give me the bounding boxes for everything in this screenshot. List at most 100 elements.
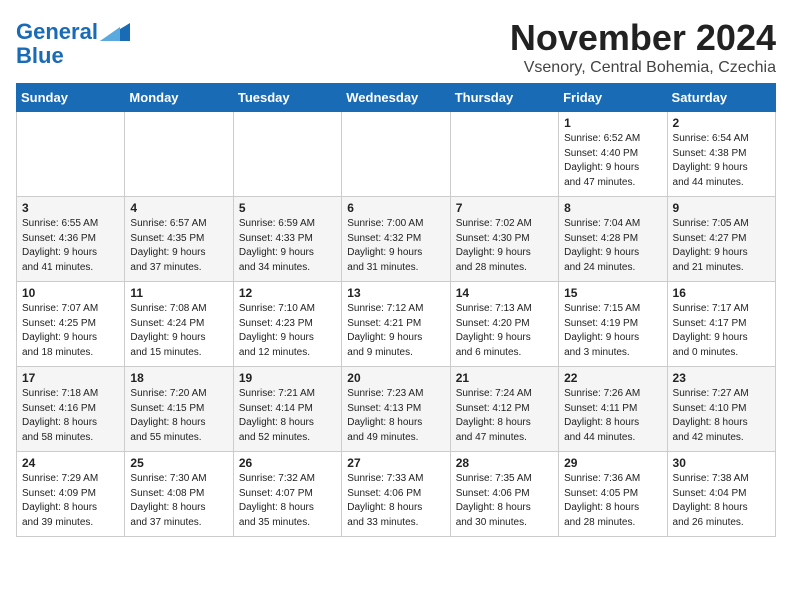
day-number: 17: [22, 371, 119, 385]
week-row-4: 17 Sunrise: 7:18 AM Sunset: 4:16 PM Dayli…: [17, 367, 776, 452]
week-row-5: 24 Sunrise: 7:29 AM Sunset: 4:09 PM Dayli…: [17, 452, 776, 537]
day-number: 10: [22, 286, 119, 300]
calendar-cell: 7 Sunrise: 7:02 AM Sunset: 4:30 PM Daylig…: [450, 197, 558, 282]
day-number: 20: [347, 371, 444, 385]
calendar-cell: 19 Sunrise: 7:21 AM Sunset: 4:14 PM Dayli…: [233, 367, 341, 452]
day-info: Sunrise: 7:08 AM Sunset: 4:24 PM Dayligh…: [130, 302, 227, 360]
day-info: Sunrise: 7:21 AM Sunset: 4:14 PM Dayligh…: [239, 387, 336, 445]
day-info: Sunrise: 7:17 AM Sunset: 4:17 PM Dayligh…: [673, 302, 770, 360]
logo-text: General: [16, 20, 98, 44]
month-title: November 2024: [510, 16, 776, 59]
day-header-wednesday: Wednesday: [342, 84, 450, 112]
day-number: 3: [22, 201, 119, 215]
day-info: Sunrise: 7:30 AM Sunset: 4:08 PM Dayligh…: [130, 472, 227, 530]
calendar-cell: [17, 112, 125, 197]
calendar-cell: 15 Sunrise: 7:15 AM Sunset: 4:19 PM Dayli…: [559, 282, 667, 367]
days-header-row: SundayMondayTuesdayWednesdayThursdayFrid…: [17, 84, 776, 112]
day-header-thursday: Thursday: [450, 84, 558, 112]
calendar-cell: 13 Sunrise: 7:12 AM Sunset: 4:21 PM Dayli…: [342, 282, 450, 367]
day-info: Sunrise: 7:00 AM Sunset: 4:32 PM Dayligh…: [347, 217, 444, 275]
day-number: 13: [347, 286, 444, 300]
title-area: November 2024 Vsenory, Central Bohemia, …: [510, 16, 776, 77]
day-number: 6: [347, 201, 444, 215]
calendar-cell: 28 Sunrise: 7:35 AM Sunset: 4:06 PM Dayli…: [450, 452, 558, 537]
day-number: 25: [130, 456, 227, 470]
calendar-cell: 11 Sunrise: 7:08 AM Sunset: 4:24 PM Dayli…: [125, 282, 233, 367]
day-info: Sunrise: 7:13 AM Sunset: 4:20 PM Dayligh…: [456, 302, 553, 360]
day-number: 28: [456, 456, 553, 470]
day-info: Sunrise: 6:52 AM Sunset: 4:40 PM Dayligh…: [564, 132, 661, 190]
day-info: Sunrise: 7:10 AM Sunset: 4:23 PM Dayligh…: [239, 302, 336, 360]
day-number: 15: [564, 286, 661, 300]
day-info: Sunrise: 7:18 AM Sunset: 4:16 PM Dayligh…: [22, 387, 119, 445]
week-row-3: 10 Sunrise: 7:07 AM Sunset: 4:25 PM Dayli…: [17, 282, 776, 367]
day-info: Sunrise: 7:20 AM Sunset: 4:15 PM Dayligh…: [130, 387, 227, 445]
day-number: 5: [239, 201, 336, 215]
day-number: 21: [456, 371, 553, 385]
day-info: Sunrise: 6:57 AM Sunset: 4:35 PM Dayligh…: [130, 217, 227, 275]
day-number: 11: [130, 286, 227, 300]
day-info: Sunrise: 7:07 AM Sunset: 4:25 PM Dayligh…: [22, 302, 119, 360]
day-info: Sunrise: 7:12 AM Sunset: 4:21 PM Dayligh…: [347, 302, 444, 360]
logo: General Blue: [16, 20, 130, 68]
day-info: Sunrise: 7:35 AM Sunset: 4:06 PM Dayligh…: [456, 472, 553, 530]
day-number: 8: [564, 201, 661, 215]
calendar-cell: 12Sunrise: 7:10 AM Sunset: 4:23 PM Dayli…: [233, 282, 341, 367]
day-info: Sunrise: 7:15 AM Sunset: 4:19 PM Dayligh…: [564, 302, 661, 360]
day-number: 26: [239, 456, 336, 470]
day-number: 7: [456, 201, 553, 215]
calendar-cell: 26Sunrise: 7:32 AM Sunset: 4:07 PM Dayli…: [233, 452, 341, 537]
calendar-cell: 8Sunrise: 7:04 AM Sunset: 4:28 PM Daylig…: [559, 197, 667, 282]
day-number: 22: [564, 371, 661, 385]
day-header-tuesday: Tuesday: [233, 84, 341, 112]
calendar-cell: 21 Sunrise: 7:24 AM Sunset: 4:12 PM Dayli…: [450, 367, 558, 452]
day-info: Sunrise: 7:02 AM Sunset: 4:30 PM Dayligh…: [456, 217, 553, 275]
day-number: 1: [564, 116, 661, 130]
calendar-cell: 25 Sunrise: 7:30 AM Sunset: 4:08 PM Dayli…: [125, 452, 233, 537]
calendar-cell: 9Sunrise: 7:05 AM Sunset: 4:27 PM Daylig…: [667, 197, 775, 282]
day-info: Sunrise: 7:27 AM Sunset: 4:10 PM Dayligh…: [673, 387, 770, 445]
day-number: 4: [130, 201, 227, 215]
day-info: Sunrise: 7:26 AM Sunset: 4:11 PM Dayligh…: [564, 387, 661, 445]
calendar-cell: 1 Sunrise: 6:52 AM Sunset: 4:40 PM Daylig…: [559, 112, 667, 197]
logo-blue-text: Blue: [16, 43, 64, 68]
subtitle: Vsenory, Central Bohemia, Czechia: [510, 59, 776, 77]
day-info: Sunrise: 7:29 AM Sunset: 4:09 PM Dayligh…: [22, 472, 119, 530]
calendar-cell: 24 Sunrise: 7:29 AM Sunset: 4:09 PM Dayli…: [17, 452, 125, 537]
day-header-sunday: Sunday: [17, 84, 125, 112]
calendar-cell: 27 Sunrise: 7:33 AM Sunset: 4:06 PM Dayli…: [342, 452, 450, 537]
calendar-cell: 16 Sunrise: 7:17 AM Sunset: 4:17 PM Dayli…: [667, 282, 775, 367]
day-info: Sunrise: 7:36 AM Sunset: 4:05 PM Dayligh…: [564, 472, 661, 530]
calendar-cell: 18 Sunrise: 7:20 AM Sunset: 4:15 PM Dayli…: [125, 367, 233, 452]
calendar-cell: 29 Sunrise: 7:36 AM Sunset: 4:05 PM Dayli…: [559, 452, 667, 537]
day-number: 29: [564, 456, 661, 470]
day-info: Sunrise: 7:33 AM Sunset: 4:06 PM Dayligh…: [347, 472, 444, 530]
day-info: Sunrise: 6:54 AM Sunset: 4:38 PM Dayligh…: [673, 132, 770, 190]
day-info: Sunrise: 6:55 AM Sunset: 4:36 PM Dayligh…: [22, 217, 119, 275]
day-info: Sunrise: 7:24 AM Sunset: 4:12 PM Dayligh…: [456, 387, 553, 445]
calendar-cell: 20 Sunrise: 7:23 AM Sunset: 4:13 PM Dayli…: [342, 367, 450, 452]
calendar-cell: 14Sunrise: 7:13 AM Sunset: 4:20 PM Dayli…: [450, 282, 558, 367]
day-info: Sunrise: 7:23 AM Sunset: 4:13 PM Dayligh…: [347, 387, 444, 445]
calendar-cell: 6 Sunrise: 7:00 AM Sunset: 4:32 PM Daylig…: [342, 197, 450, 282]
day-number: 19: [239, 371, 336, 385]
day-number: 30: [673, 456, 770, 470]
week-row-2: 3 Sunrise: 6:55 AM Sunset: 4:36 PM Daylig…: [17, 197, 776, 282]
week-row-1: 1 Sunrise: 6:52 AM Sunset: 4:40 PM Daylig…: [17, 112, 776, 197]
day-header-friday: Friday: [559, 84, 667, 112]
day-number: 27: [347, 456, 444, 470]
calendar-cell: 10 Sunrise: 7:07 AM Sunset: 4:25 PM Dayli…: [17, 282, 125, 367]
calendar-cell: [125, 112, 233, 197]
day-info: Sunrise: 6:59 AM Sunset: 4:33 PM Dayligh…: [239, 217, 336, 275]
day-number: 24: [22, 456, 119, 470]
calendar-table: SundayMondayTuesdayWednesdayThursdayFrid…: [16, 83, 776, 537]
calendar-cell: 5 Sunrise: 6:59 AM Sunset: 4:33 PM Daylig…: [233, 197, 341, 282]
calendar-cell: 4 Sunrise: 6:57 AM Sunset: 4:35 PM Daylig…: [125, 197, 233, 282]
day-info: Sunrise: 7:05 AM Sunset: 4:27 PM Dayligh…: [673, 217, 770, 275]
day-number: 18: [130, 371, 227, 385]
day-number: 16: [673, 286, 770, 300]
day-header-saturday: Saturday: [667, 84, 775, 112]
calendar-cell: [450, 112, 558, 197]
calendar-cell: 17 Sunrise: 7:18 AM Sunset: 4:16 PM Dayli…: [17, 367, 125, 452]
calendar-cell: 23Sunrise: 7:27 AM Sunset: 4:10 PM Dayli…: [667, 367, 775, 452]
